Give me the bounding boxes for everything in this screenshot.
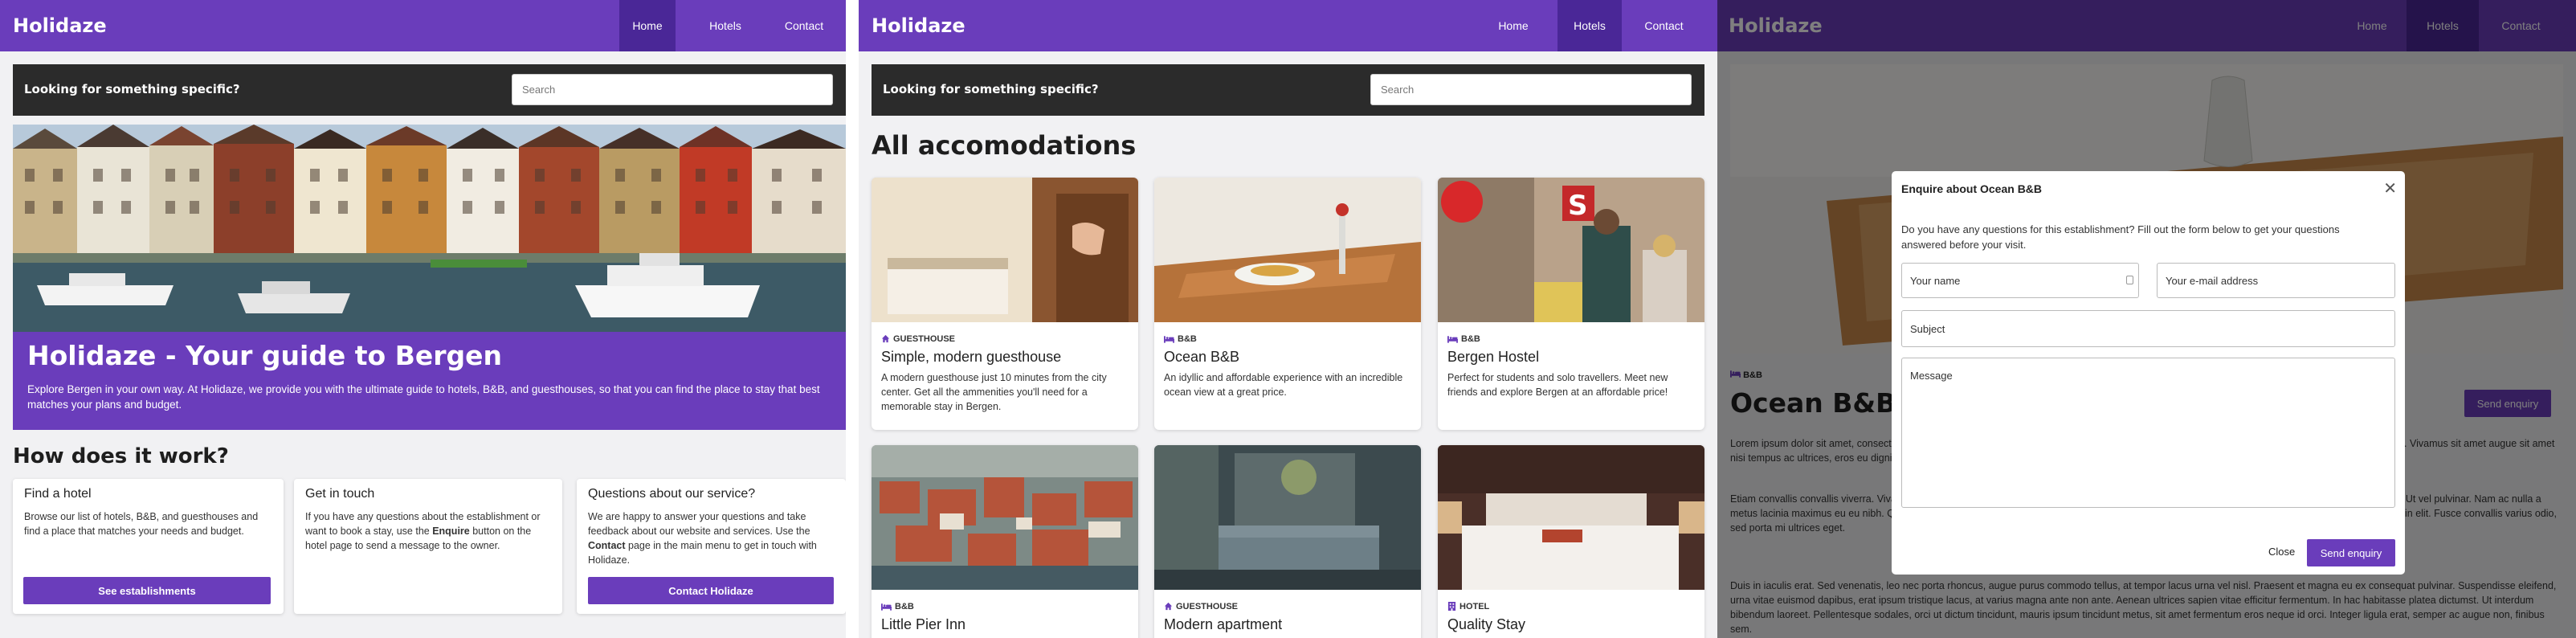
card-get-in-touch: Get in touch If you have any questions a… (294, 479, 562, 614)
house-icon (881, 334, 890, 343)
top-nav: Holidaze Home Hotels Contact (0, 0, 846, 51)
bed-icon (881, 603, 892, 611)
type-label: GUESTHOUSE (893, 334, 956, 344)
accommodation-card[interactable]: HOTEL Quality Stay (1438, 445, 1704, 638)
home-page: Holidaze Home Hotels Contact Looking for… (0, 0, 846, 638)
search-bar: Looking for something specific? (13, 64, 846, 116)
nav-contact[interactable]: Contact (1622, 0, 1706, 51)
hero: Holidaze - Your guide to Bergen Explore … (13, 125, 846, 430)
close-icon[interactable]: ✕ (2383, 181, 2397, 197)
type-label: HOTEL (1459, 602, 1490, 611)
nav-contact[interactable]: Contact (776, 0, 832, 51)
type-label: GUESTHOUSE (1176, 602, 1239, 611)
accommodation-card[interactable]: B&B Little Pier Inn (872, 445, 1138, 638)
card-title: Get in touch (305, 487, 375, 501)
card-image (1154, 178, 1421, 322)
card-desc: An idyllic and affordable experience wit… (1164, 372, 1403, 398)
card-text: Browse our list of hotels, B&B, and gues… (24, 511, 259, 537)
card-image (872, 445, 1138, 590)
search-label: Looking for something specific? (24, 82, 240, 96)
card-name: Quality Stay (1447, 616, 1526, 632)
contact-holidaze-button[interactable]: Contact Holidaze (588, 577, 834, 604)
send-enquiry-submit[interactable]: Send enquiry (2307, 539, 2395, 566)
card-questions: Questions about our service? We are happ… (577, 479, 846, 614)
card-image (1438, 445, 1704, 590)
hero-image (13, 125, 846, 333)
accommodation-card[interactable]: GUESTHOUSE Simple, modern guesthouse A m… (872, 178, 1138, 430)
hero-band: Holidaze - Your guide to Bergen Explore … (13, 332, 846, 430)
email-field[interactable] (2157, 263, 2395, 298)
modal-description: Do you have any questions for this estab… (1901, 223, 2340, 251)
page-title: All accomodations (872, 130, 1137, 161)
card-name: Simple, modern guesthouse (881, 349, 1062, 365)
nav-hotels[interactable]: Hotels (701, 0, 749, 51)
card-name: Bergen Hostel (1447, 349, 1540, 365)
card-find-hotel: Find a hotel Browse our list of hotels, … (13, 479, 284, 614)
card-desc: Perfect for students and solo travellers… (1447, 372, 1668, 398)
accommodation-card[interactable]: GUESTHOUSE Modern apartment (1154, 445, 1421, 638)
logo[interactable]: Holidaze (13, 14, 107, 37)
accommodation-card[interactable]: S B&B Bergen Hostel Perfect for students… (1438, 178, 1704, 430)
card-name: Ocean B&B (1164, 349, 1240, 365)
name-field[interactable] (1901, 263, 2139, 298)
house-icon (1164, 602, 1173, 611)
detail-page: Holidaze Home Hotels Contact B&B Ocean B… (1717, 0, 2576, 638)
card-image (872, 178, 1138, 322)
search-bar: Looking for something specific? (872, 64, 1704, 116)
panel-divider (846, 0, 859, 638)
type-label: B&B (1178, 334, 1197, 344)
hotel-icon (1447, 602, 1456, 611)
card-title: Find a hotel (24, 487, 92, 501)
modal-title: Enquire about Ocean B&B (1901, 182, 2043, 195)
card-desc: A modern guesthouse just 10 minutes from… (881, 372, 1107, 412)
card-image: S (1438, 178, 1704, 322)
nav-home[interactable]: Home (619, 0, 676, 51)
bed-icon (1447, 335, 1458, 343)
type-label: B&B (1461, 334, 1480, 344)
search-input[interactable] (1370, 74, 1692, 105)
nav-hotels[interactable]: Hotels (1557, 0, 1622, 51)
contact-emphasis: Contact (588, 540, 626, 551)
autofill-icon (2126, 276, 2133, 284)
hotels-page: Holidaze Home Hotels Contact Looking for… (859, 0, 1717, 638)
type-label: B&B (895, 602, 914, 611)
hero-text: Explore Bergen in your own way. At Holid… (27, 383, 820, 411)
card-text: We are happy to answer your questions an… (588, 509, 836, 567)
enquiry-modal: Enquire about Ocean B&B ✕ Do you have an… (1892, 171, 2405, 575)
card-text-a: We are happy to answer your questions an… (588, 511, 810, 537)
enquire-emphasis: Enquire (432, 526, 470, 537)
nav-home[interactable]: Home (1485, 0, 1541, 51)
close-button[interactable]: Close (2268, 546, 2295, 558)
how-title: How does it work? (13, 444, 229, 468)
card-image (1154, 445, 1421, 590)
logo[interactable]: Holidaze (872, 14, 965, 37)
card-name: Modern apartment (1164, 616, 1283, 632)
see-establishments-button[interactable]: See establishments (23, 577, 271, 604)
bed-icon (1164, 335, 1174, 343)
message-field[interactable] (1901, 358, 2395, 508)
search-input[interactable] (512, 74, 833, 105)
hero-title: Holidaze - Your guide to Bergen (27, 340, 503, 371)
card-title: Questions about our service? (588, 487, 756, 501)
search-label: Looking for something specific? (883, 82, 1099, 96)
card-text: If you have any questions about the esta… (305, 509, 553, 553)
card-name: Little Pier Inn (881, 616, 966, 632)
subject-field[interactable] (1901, 310, 2395, 347)
svg-text:S: S (1568, 190, 1588, 222)
top-nav: Holidaze Home Hotels Contact (859, 0, 1717, 51)
accommodation-card[interactable]: B&B Ocean B&B An idyllic and affordable … (1154, 178, 1421, 430)
